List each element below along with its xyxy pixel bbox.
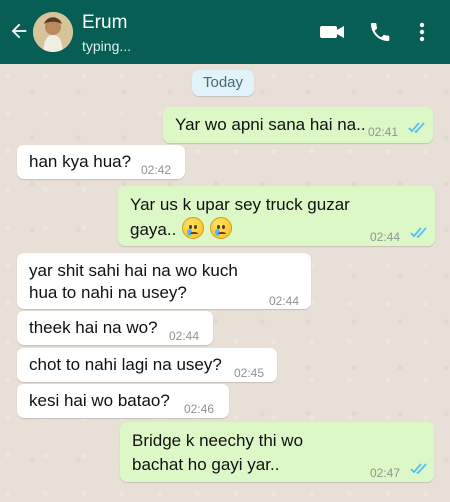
message-text-end: gaya.. bbox=[130, 220, 177, 239]
crying-face-emoji bbox=[209, 217, 232, 239]
message-text-line-2: bachat ho gayi yar.. bbox=[132, 455, 280, 474]
back-arrow-icon[interactable] bbox=[8, 20, 30, 42]
message-incoming[interactable]: yar shit sahi hai na wo kuch hua to nahi… bbox=[17, 253, 311, 309]
typing-status: typing... bbox=[82, 38, 132, 54]
message-time: 02:46 bbox=[184, 402, 215, 416]
message-time: 02:45 bbox=[234, 366, 265, 380]
phone-icon[interactable] bbox=[368, 20, 392, 44]
message-text-line-1: yar shit sahi hai na wo kuch bbox=[29, 261, 238, 280]
message-text: han kya hua? bbox=[29, 152, 132, 171]
message-text: Yar wo apni sana hai na.. bbox=[175, 115, 366, 134]
message-outgoing[interactable]: Bridge k neechy thi wo bachat ho gayi ya… bbox=[120, 422, 434, 482]
double-check-icon bbox=[408, 122, 425, 133]
message-text: kesi hai wo batao? bbox=[29, 391, 170, 410]
message-time: 02:47 bbox=[370, 466, 401, 480]
message-time: 02:44 bbox=[269, 294, 300, 308]
message-text-line-1: Yar us k upar sey truck guzar bbox=[130, 195, 350, 214]
message-incoming[interactable]: theek hai na wo? 02:44 bbox=[17, 311, 213, 345]
message-text-line-2: hua to nahi na usey? bbox=[29, 283, 187, 302]
message-text-line-2: gaya.. bbox=[130, 217, 232, 242]
more-vertical-icon[interactable] bbox=[413, 20, 431, 44]
message-text: chot to nahi lagi na usey? bbox=[29, 355, 222, 374]
message-text: theek hai na wo? bbox=[29, 318, 158, 337]
message-outgoing[interactable]: Yar us k upar sey truck guzar gaya.. 02:… bbox=[118, 186, 435, 246]
message-time: 02:44 bbox=[370, 230, 401, 244]
message-outgoing[interactable]: Yar wo apni sana hai na.. 02:41 bbox=[163, 107, 433, 143]
video-call-icon[interactable] bbox=[318, 20, 346, 44]
contact-name[interactable]: Erum bbox=[82, 12, 127, 34]
message-incoming[interactable]: kesi hai wo batao? 02:46 bbox=[17, 384, 229, 418]
avatar[interactable] bbox=[33, 12, 73, 52]
message-time: 02:44 bbox=[169, 329, 200, 343]
double-check-icon bbox=[410, 463, 427, 474]
date-separator: Today bbox=[192, 70, 254, 96]
chat-header: Erum typing... bbox=[0, 0, 450, 64]
message-incoming[interactable]: chot to nahi lagi na usey? 02:45 bbox=[17, 348, 277, 382]
avatar-image bbox=[33, 12, 73, 52]
message-incoming[interactable]: han kya hua? 02:42 bbox=[17, 145, 185, 179]
crying-face-emoji bbox=[182, 217, 205, 239]
message-text-line-1: Bridge k neechy thi wo bbox=[132, 431, 304, 450]
message-list[interactable]: Today Yar wo apni sana hai na.. 02:41 ha… bbox=[0, 64, 450, 502]
double-check-icon bbox=[410, 227, 427, 238]
message-time: 02:42 bbox=[141, 163, 172, 177]
message-time: 02:41 bbox=[368, 125, 399, 139]
